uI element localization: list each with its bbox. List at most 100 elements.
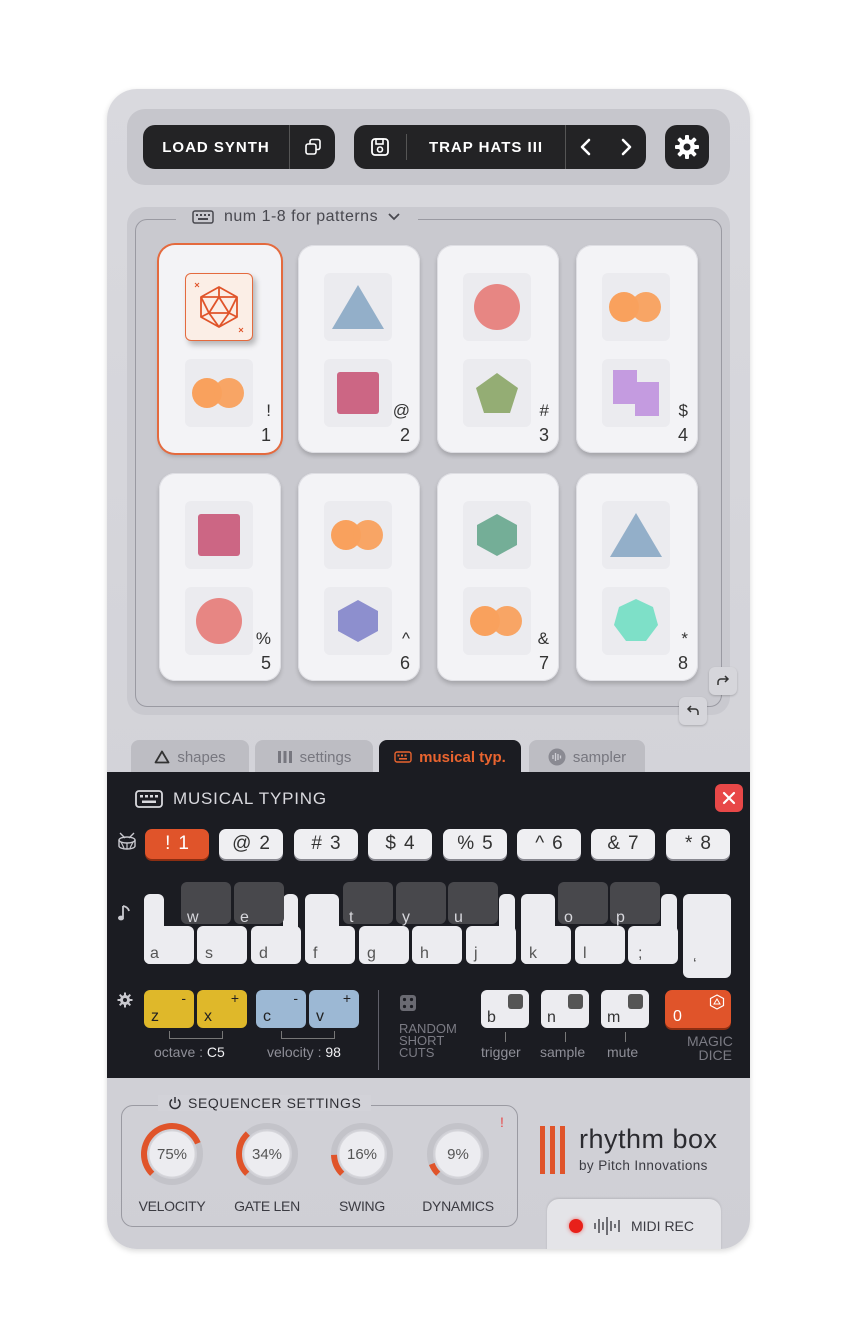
redo-button[interactable] (709, 667, 737, 695)
magic-dice-key[interactable]: 0 (665, 990, 731, 1028)
hexagon-shape (324, 587, 392, 655)
load-synth-group: LOAD SYNTH (143, 125, 335, 169)
gate-length-knob[interactable]: 34% (235, 1122, 299, 1186)
midi-rec-button[interactable]: MIDI REC (547, 1199, 721, 1249)
tab-sampler[interactable]: sampler (529, 740, 645, 774)
dynamics-knob[interactable]: 9% (426, 1122, 490, 1186)
swing-knob[interactable]: 16% (330, 1122, 394, 1186)
pattern-pad-7[interactable]: & 7 (437, 473, 559, 681)
prev-preset-button[interactable] (566, 138, 606, 156)
sample-label: sample (540, 1044, 586, 1060)
settings-button[interactable] (665, 125, 709, 169)
knob-label: DYNAMICS (422, 1198, 494, 1214)
brand-subtitle: by Pitch Innovations (579, 1158, 708, 1173)
black-key-e[interactable]: e (234, 882, 284, 926)
magic-dice-label: MAGIC DICE (687, 1033, 733, 1063)
velocity-knob[interactable]: 75% (140, 1122, 204, 1186)
random-mute-key[interactable]: m (601, 990, 649, 1028)
pattern-key-7[interactable]: & 7 (591, 829, 655, 859)
dice-icon (399, 994, 417, 1017)
duplicate-icon[interactable] (290, 138, 335, 156)
alert-indicator: ! (500, 1114, 504, 1130)
musical-typing-panel: MUSICAL TYPING ! 1 @2 #3 $4 % 5 ^ 6 & 7 * 8 a… (107, 772, 750, 1078)
rhythm-box-device: LOAD SYNTH TRAP HATS III num 1-8 for pat… (107, 89, 750, 1249)
close-button[interactable] (715, 784, 743, 812)
pad-number: 5 (260, 653, 271, 673)
pad-number: 1 (260, 425, 271, 445)
save-icon[interactable] (354, 137, 406, 157)
pad-number: 2 (399, 425, 410, 445)
white-key-a-lower[interactable]: a (144, 926, 194, 964)
undo-button[interactable] (679, 697, 707, 725)
pattern-pad-2[interactable]: @ 2 (298, 245, 420, 453)
pad-symbol: * (681, 629, 688, 648)
velocity-down-key[interactable]: -c (256, 990, 306, 1028)
pattern-pad-6[interactable]: ^ 6 (298, 473, 420, 681)
random-shortcuts-label: RANDOM SHORT CUTS (399, 1021, 457, 1060)
pattern-pad-5[interactable]: % 5 (159, 473, 281, 681)
pattern-key-6[interactable]: ^ 6 (517, 829, 581, 859)
preset-name[interactable]: TRAP HATS III (407, 139, 565, 156)
black-key-y[interactable]: y (396, 882, 446, 926)
black-key-u[interactable]: u (448, 882, 498, 926)
waveform-icon (548, 748, 566, 766)
load-synth-button[interactable]: LOAD SYNTH (143, 139, 289, 156)
white-key-g[interactable]: g (359, 926, 409, 964)
heptagon-shape (602, 587, 670, 655)
sequencer-title: SEQUENCER SETTINGS (158, 1095, 372, 1111)
white-key-semicolon[interactable]: ; (628, 926, 678, 964)
keyboard-icon (394, 751, 412, 763)
pattern-key-8[interactable]: * 8 (666, 829, 730, 859)
black-key-p[interactable]: p (610, 882, 660, 926)
black-key-w[interactable]: w (181, 882, 231, 926)
white-key-s[interactable]: s (197, 926, 247, 964)
circle-shape (463, 273, 531, 341)
double-circle-shape (324, 501, 392, 569)
pad-symbol: $ (678, 401, 688, 420)
white-key-h[interactable]: h (412, 926, 462, 964)
white-key-d[interactable]: d (251, 926, 301, 964)
tab-settings[interactable]: settings (255, 740, 373, 774)
pattern-pad-4[interactable]: $ 4 (576, 245, 698, 453)
sliders-icon (277, 751, 292, 763)
random-sample-key[interactable]: n (541, 990, 589, 1028)
black-key-t[interactable]: t (343, 882, 393, 926)
pattern-pad-1[interactable]: ! 1 (159, 245, 281, 453)
velocity-bracket (281, 1031, 335, 1039)
black-key-o[interactable]: o (558, 882, 608, 926)
pattern-pad-3[interactable]: # 3 (437, 245, 559, 453)
brand-name: rhythm box (579, 1124, 718, 1154)
close-icon (722, 791, 736, 805)
white-key-quote[interactable]: ‘ (683, 894, 731, 978)
panel-title: MUSICAL TYPING (135, 789, 327, 809)
hexagon-shape (463, 501, 531, 569)
triangle-shape (324, 273, 392, 341)
pattern-key-5[interactable]: % 5 (443, 829, 507, 859)
next-preset-button[interactable] (606, 138, 646, 156)
pattern-hint[interactable]: num 1-8 for patterns (176, 208, 419, 226)
divider (625, 1032, 626, 1042)
pattern-key-2[interactable]: @2 (219, 829, 283, 859)
gear-icon (117, 992, 133, 1013)
pattern-key-3[interactable]: #3 (294, 829, 358, 859)
velocity-up-key[interactable]: + v (309, 990, 359, 1028)
preset-group: TRAP HATS III (354, 125, 646, 169)
white-key-j[interactable]: j (466, 926, 516, 964)
pattern-key-4[interactable]: $4 (368, 829, 432, 859)
white-key-l[interactable]: l (575, 926, 625, 964)
octave-down-key[interactable]: -z (144, 990, 194, 1028)
l-block-shape (602, 359, 670, 427)
pattern-pad-8[interactable]: * 8 (576, 473, 698, 681)
tab-musical-typing[interactable]: musical typ. (379, 740, 521, 774)
octave-up-key[interactable]: + x (197, 990, 247, 1028)
gear-icon (675, 135, 699, 159)
pattern-key-1[interactable]: ! 1 (145, 829, 209, 859)
tab-label: shapes (177, 748, 226, 766)
double-circle-shape (463, 587, 531, 655)
tab-shapes[interactable]: shapes (131, 740, 249, 774)
record-indicator (569, 1219, 583, 1233)
random-trigger-key[interactable]: b (481, 990, 529, 1028)
white-key-f[interactable]: f (305, 926, 355, 964)
pentagon-shape (463, 359, 531, 427)
white-key-k[interactable]: k (521, 926, 571, 964)
